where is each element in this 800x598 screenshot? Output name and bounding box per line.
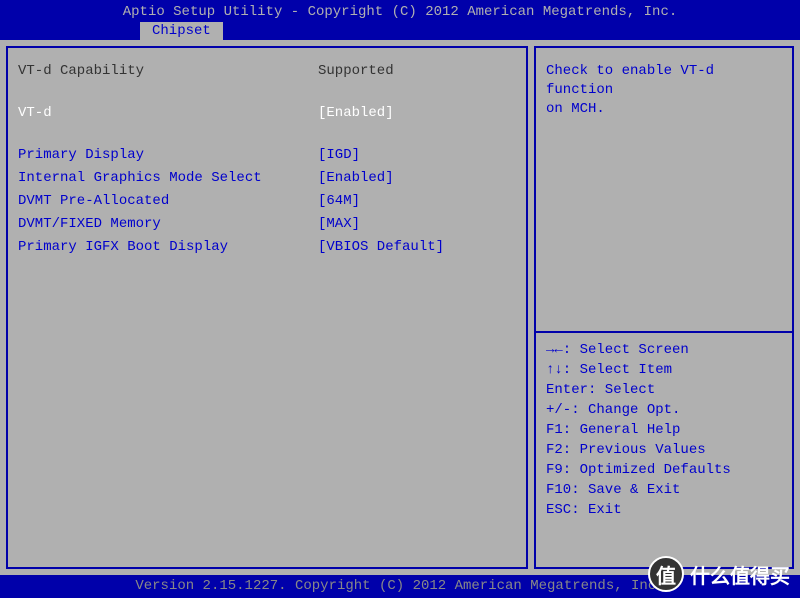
setting-label: DVMT/FIXED Memory bbox=[18, 215, 318, 234]
help-line: Check to enable VT-d function bbox=[546, 62, 782, 100]
tab-chipset[interactable]: Chipset bbox=[140, 22, 223, 40]
help-line: on MCH. bbox=[546, 100, 782, 119]
selected-setting-row[interactable]: VT-d [Enabled] bbox=[18, 104, 516, 123]
setting-label: Primary Display bbox=[18, 146, 318, 165]
setting-row[interactable]: Internal Graphics Mode Select [Enabled] bbox=[18, 169, 516, 188]
key-hint: →←: Select Screen bbox=[546, 341, 782, 360]
setting-value: [Enabled] bbox=[318, 169, 516, 188]
info-label: VT-d Capability bbox=[18, 62, 318, 81]
info-row: VT-d Capability Supported bbox=[18, 62, 516, 81]
info-value: Supported bbox=[318, 62, 516, 81]
key-hint: F1: General Help bbox=[546, 421, 782, 440]
watermark: 值 什么值得买 bbox=[648, 556, 790, 592]
setting-value: [Enabled] bbox=[318, 104, 516, 123]
setting-row[interactable]: DVMT/FIXED Memory [MAX] bbox=[18, 215, 516, 234]
watermark-icon: 值 bbox=[648, 556, 684, 592]
setting-value: [IGD] bbox=[318, 146, 516, 165]
key-hints: →←: Select Screen ↑↓: Select Item Enter:… bbox=[546, 341, 782, 521]
key-hint: ESC: Exit bbox=[546, 501, 782, 520]
setting-row[interactable]: DVMT Pre-Allocated [64M] bbox=[18, 192, 516, 211]
key-hint: F9: Optimized Defaults bbox=[546, 461, 782, 480]
setting-label: Primary IGFX Boot Display bbox=[18, 238, 318, 257]
setting-label: VT-d bbox=[18, 104, 318, 123]
key-hint: ↑↓: Select Item bbox=[546, 361, 782, 380]
footer-text: Version 2.15.1227. Copyright (C) 2012 Am… bbox=[135, 578, 664, 594]
watermark-text: 什么值得买 bbox=[690, 560, 790, 589]
header-title: Aptio Setup Utility - Copyright (C) 2012… bbox=[0, 4, 800, 20]
help-divider bbox=[536, 331, 792, 333]
setting-label: DVMT Pre-Allocated bbox=[18, 192, 318, 211]
key-hint: F2: Previous Values bbox=[546, 441, 782, 460]
menu-tabs: Chipset bbox=[0, 22, 800, 40]
key-hint: F10: Save & Exit bbox=[546, 481, 782, 500]
help-text: Check to enable VT-d function on MCH. bbox=[546, 62, 782, 119]
setting-value: [VBIOS Default] bbox=[318, 238, 516, 257]
main-content: VT-d Capability Supported VT-d [Enabled]… bbox=[0, 40, 800, 575]
settings-panel: VT-d Capability Supported VT-d [Enabled]… bbox=[6, 46, 528, 569]
setting-row[interactable]: Primary IGFX Boot Display [VBIOS Default… bbox=[18, 238, 516, 257]
setting-label: Internal Graphics Mode Select bbox=[18, 169, 318, 188]
setting-value: [MAX] bbox=[318, 215, 516, 234]
key-hint: Enter: Select bbox=[546, 381, 782, 400]
setting-row[interactable]: Primary Display [IGD] bbox=[18, 146, 516, 165]
setting-value: [64M] bbox=[318, 192, 516, 211]
bios-header: Aptio Setup Utility - Copyright (C) 2012… bbox=[0, 0, 800, 40]
key-hint: +/-: Change Opt. bbox=[546, 401, 782, 420]
help-panel: Check to enable VT-d function on MCH. →←… bbox=[534, 46, 794, 569]
